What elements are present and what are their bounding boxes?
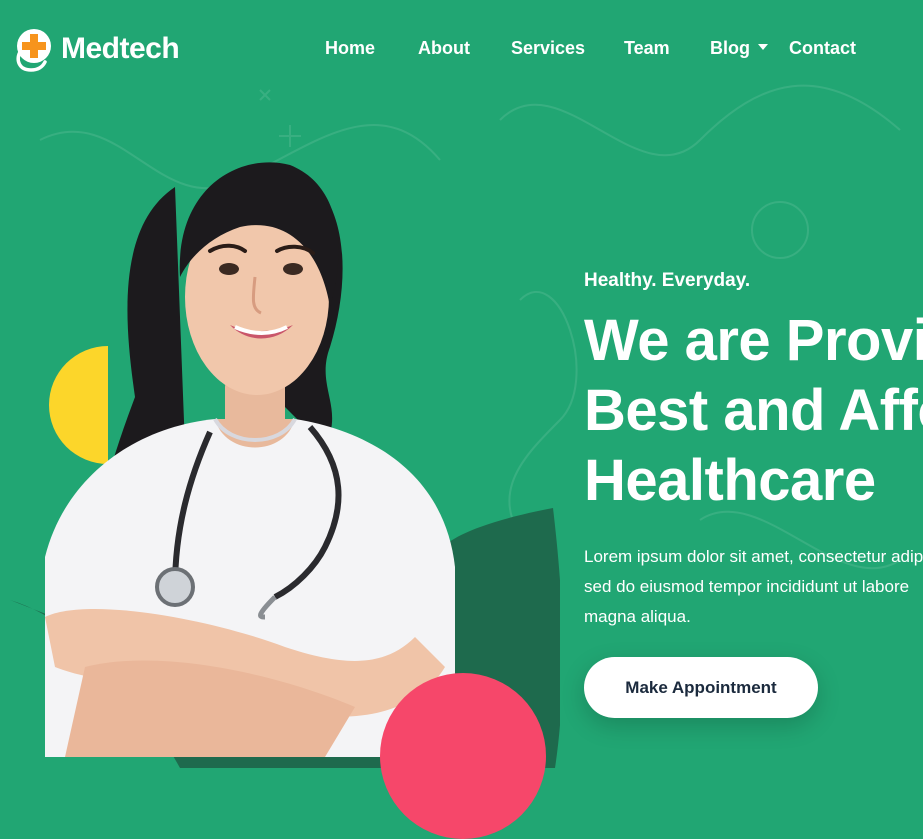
nav-services[interactable]: Services: [511, 38, 585, 59]
headline-line: We are Provi: [584, 308, 923, 373]
nav-about[interactable]: About: [418, 38, 470, 59]
headline-line: Best and Affo: [584, 378, 923, 443]
description-line: Lorem ipsum dolor sit amet, consectetur …: [584, 547, 923, 566]
nav-blog[interactable]: Blog: [710, 38, 750, 59]
make-appointment-button[interactable]: Make Appointment: [584, 657, 818, 718]
nav-contact[interactable]: Contact: [789, 38, 856, 59]
main-nav: Home About Services Team Blog Contact: [0, 38, 923, 62]
hero-description: Lorem ipsum dolor sit amet, consectetur …: [584, 542, 923, 632]
site-header: Medtech Home About Services Team Blog Co…: [0, 0, 923, 100]
hero-headline: We are Provi Best and Affo Healthcare: [584, 306, 923, 516]
chevron-down-icon[interactable]: [758, 44, 768, 50]
hero-tagline: Healthy. Everyday.: [584, 270, 751, 291]
nav-team[interactable]: Team: [624, 38, 670, 59]
doctor-portrait: [45, 162, 455, 757]
description-line: magna aliqua.: [584, 607, 691, 626]
nav-home[interactable]: Home: [325, 38, 375, 59]
description-line: sed do eiusmod tempor incididunt ut labo…: [584, 577, 910, 596]
decorative-pink-circle: [380, 673, 546, 839]
headline-line: Healthcare: [584, 448, 876, 513]
